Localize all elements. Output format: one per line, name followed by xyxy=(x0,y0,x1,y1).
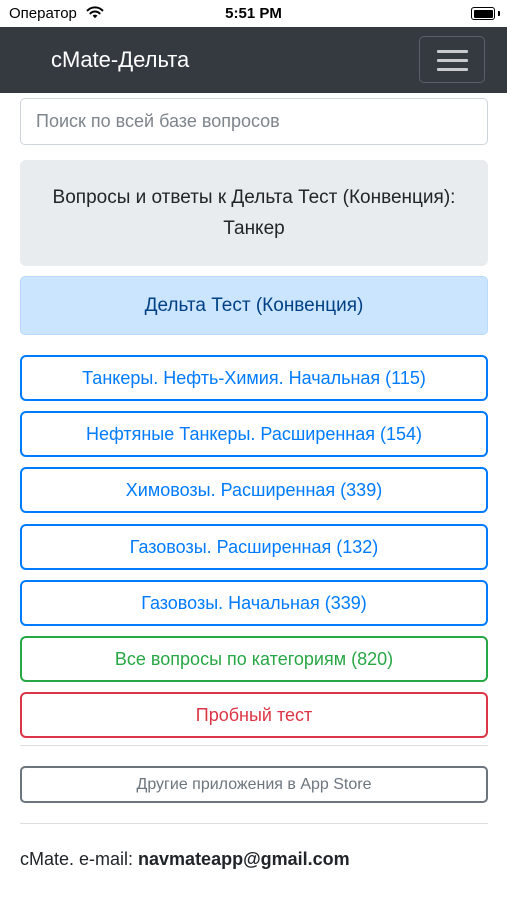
status-time: 5:51 PM xyxy=(225,5,282,22)
navbar-brand[interactable]: cMate-Дельта xyxy=(51,47,189,73)
category-button-tankers-basic[interactable]: Танкеры. Нефть-Химия. Начальная (115) xyxy=(20,355,488,401)
footer: cMate. e-mail: navmateapp@gmail.com xyxy=(20,849,350,870)
hamburger-icon xyxy=(437,50,468,53)
battery-tip xyxy=(498,11,500,16)
divider xyxy=(20,823,488,824)
battery-icon xyxy=(471,7,495,20)
other-apps-button[interactable]: Другие приложения в App Store xyxy=(20,766,488,803)
category-button-oil-tankers-advanced[interactable]: Нефтяные Танкеры. Расширенная (154) xyxy=(20,411,488,457)
footer-label: cMate. e-mail: xyxy=(20,849,139,869)
category-button-gas-advanced[interactable]: Газовозы. Расширенная (132) xyxy=(20,524,488,570)
search-input[interactable] xyxy=(20,98,488,145)
section-title: Дельта Тест (Конвенция) xyxy=(20,276,488,335)
category-button-chemical-advanced[interactable]: Химовозы. Расширенная (339) xyxy=(20,467,488,513)
heading-line2: Танкер xyxy=(223,218,285,239)
status-bar: Оператор 5:51 PM xyxy=(0,0,507,27)
page-heading: Вопросы и ответы к Дельта Тест (Конвенци… xyxy=(20,160,488,266)
category-button-gas-basic[interactable]: Газовозы. Начальная (339) xyxy=(20,580,488,626)
all-questions-button[interactable]: Все вопросы по категориям (820) xyxy=(20,636,488,682)
menu-toggle-button[interactable] xyxy=(419,36,485,83)
navbar: cMate-Дельта xyxy=(0,27,507,93)
trial-test-button[interactable]: Пробный тест xyxy=(20,692,488,738)
footer-email-link[interactable]: navmateapp@gmail.com xyxy=(138,849,350,869)
divider xyxy=(20,745,488,746)
heading-line1: Вопросы и ответы к Дельта Тест (Конвенци… xyxy=(52,187,456,208)
